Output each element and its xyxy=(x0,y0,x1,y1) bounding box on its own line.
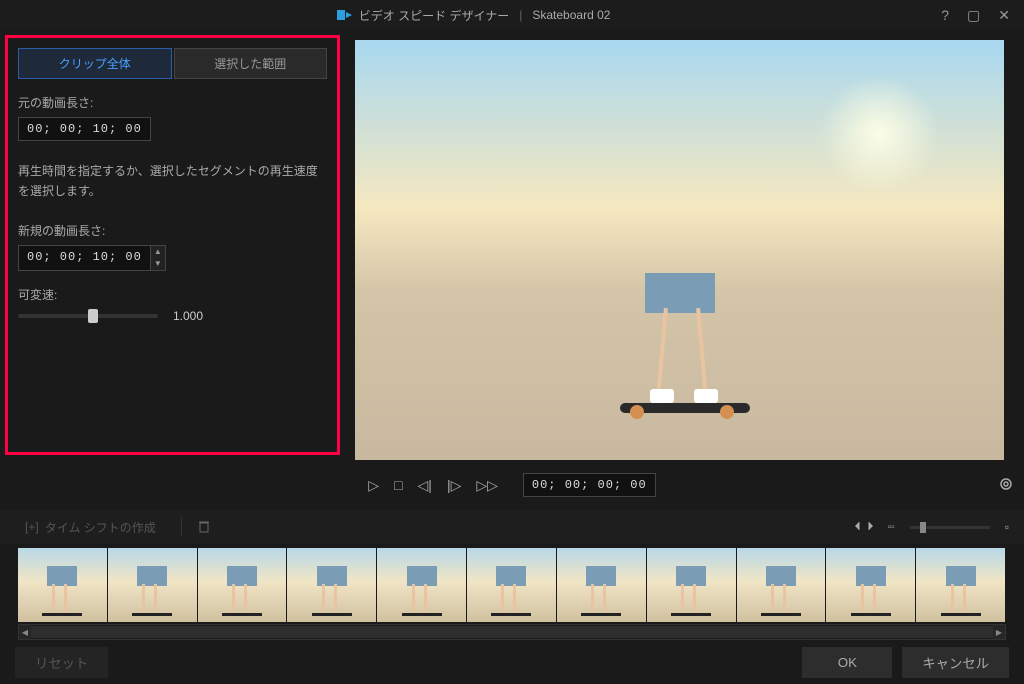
fast-forward-button[interactable]: ▷▷ xyxy=(476,477,498,494)
titlebar-buttons: ? ▢ ✕ xyxy=(937,5,1014,26)
mark-in-out-button[interactable] xyxy=(855,519,873,535)
thumbnail-frame[interactable] xyxy=(198,548,287,622)
thumbnail-frame[interactable] xyxy=(916,548,1005,622)
thumbnail-frame[interactable] xyxy=(18,548,107,622)
thumbnail-frame[interactable] xyxy=(737,548,826,622)
stop-button[interactable]: □ xyxy=(394,477,402,493)
toolbar-divider xyxy=(181,517,182,537)
thumbnail-frame[interactable] xyxy=(467,548,556,622)
create-timeshift-button: [+] タイム シフトの作成 xyxy=(15,515,166,540)
thumbnail-frame[interactable] xyxy=(826,548,915,622)
ok-button[interactable]: OK xyxy=(802,647,892,678)
tabs: クリップ全体 選択した範囲 xyxy=(18,48,327,79)
speed-label: 可変速: xyxy=(18,286,327,303)
thumbnail-frame[interactable] xyxy=(287,548,376,622)
create-timeshift-label: タイム シフトの作成 xyxy=(45,519,156,536)
maximize-button[interactable]: ▢ xyxy=(963,5,984,26)
zoom-slider-thumb[interactable] xyxy=(920,522,926,533)
thumbnail-frame[interactable] xyxy=(108,548,197,622)
zoom-out-icon[interactable]: ▫▫ xyxy=(888,522,895,533)
tab-selected-range[interactable]: 選択した範囲 xyxy=(174,48,328,79)
thumbnail-frame[interactable] xyxy=(647,548,736,622)
scroll-left-button[interactable]: ◀ xyxy=(19,625,31,639)
new-length-label: 新規の動画長さ: xyxy=(18,222,327,239)
play-button[interactable]: ▷ xyxy=(368,477,379,494)
titlebar: ビデオ スピード デザイナー | Skateboard 02 ? ▢ ✕ xyxy=(0,0,1024,30)
speed-slider-thumb[interactable] xyxy=(88,309,98,323)
cancel-button[interactable]: キャンセル xyxy=(902,647,1009,678)
zoom-slider[interactable] xyxy=(910,526,990,529)
close-button[interactable]: ✕ xyxy=(994,5,1014,26)
preview-panel xyxy=(345,30,1024,460)
preview-viewport xyxy=(355,40,1004,460)
help-button[interactable]: ? xyxy=(937,5,953,26)
titlebar-title-group: ビデオ スピード デザイナー | Skateboard 02 xyxy=(10,7,937,24)
footer: リセット OK キャンセル xyxy=(0,640,1024,684)
playback-controls: ▷ □ ◁| |▷ ▷▷ 00; 00; 00; 00 xyxy=(0,460,1024,510)
scroll-right-button[interactable]: ▶ xyxy=(993,625,1005,639)
zoom-in-icon[interactable]: ▫ xyxy=(1005,520,1009,534)
speed-value: 1.000 xyxy=(173,309,203,323)
orig-length-value: 00; 00; 10; 00 xyxy=(18,117,151,141)
title-separator: | xyxy=(519,8,522,22)
settings-button[interactable] xyxy=(998,476,1014,495)
thumbnail-frame[interactable] xyxy=(557,548,646,622)
timeline-thumbnails[interactable] xyxy=(0,544,1024,622)
thumbnail-frame[interactable] xyxy=(377,548,466,622)
plus-icon: [+] xyxy=(25,520,39,534)
settings-panel: クリップ全体 選択した範囲 元の動画長さ: 00; 00; 10; 00 再生時… xyxy=(5,35,340,455)
speed-slider[interactable] xyxy=(18,314,158,318)
instructions-text: 再生時間を指定するか、選択したセグメントの再生速度を選択します。 xyxy=(18,161,327,202)
preview-frame xyxy=(355,40,1004,460)
horizontal-scrollbar[interactable]: ◀ ▶ xyxy=(18,624,1006,640)
reset-button[interactable]: リセット xyxy=(15,647,108,678)
delete-button[interactable] xyxy=(197,519,211,536)
app-title: ビデオ スピード デザイナー xyxy=(359,7,509,24)
file-name: Skateboard 02 xyxy=(532,8,610,22)
app-icon xyxy=(337,7,353,23)
new-length-spinner: ▲ ▼ xyxy=(151,245,166,271)
tab-clip-full[interactable]: クリップ全体 xyxy=(18,48,172,79)
next-frame-button[interactable]: |▷ xyxy=(447,477,461,494)
orig-length-label: 元の動画長さ: xyxy=(18,94,327,111)
scroll-thumb[interactable] xyxy=(31,626,993,638)
timeline-toolbar: [+] タイム シフトの作成 ▫▫ ▫ xyxy=(0,510,1024,544)
spin-up-button[interactable]: ▲ xyxy=(151,246,165,258)
new-length-input[interactable]: 00; 00; 10; 00 xyxy=(18,245,151,271)
spin-down-button[interactable]: ▼ xyxy=(151,258,165,270)
playback-timecode[interactable]: 00; 00; 00; 00 xyxy=(523,473,656,497)
prev-frame-button[interactable]: ◁| xyxy=(418,477,432,494)
